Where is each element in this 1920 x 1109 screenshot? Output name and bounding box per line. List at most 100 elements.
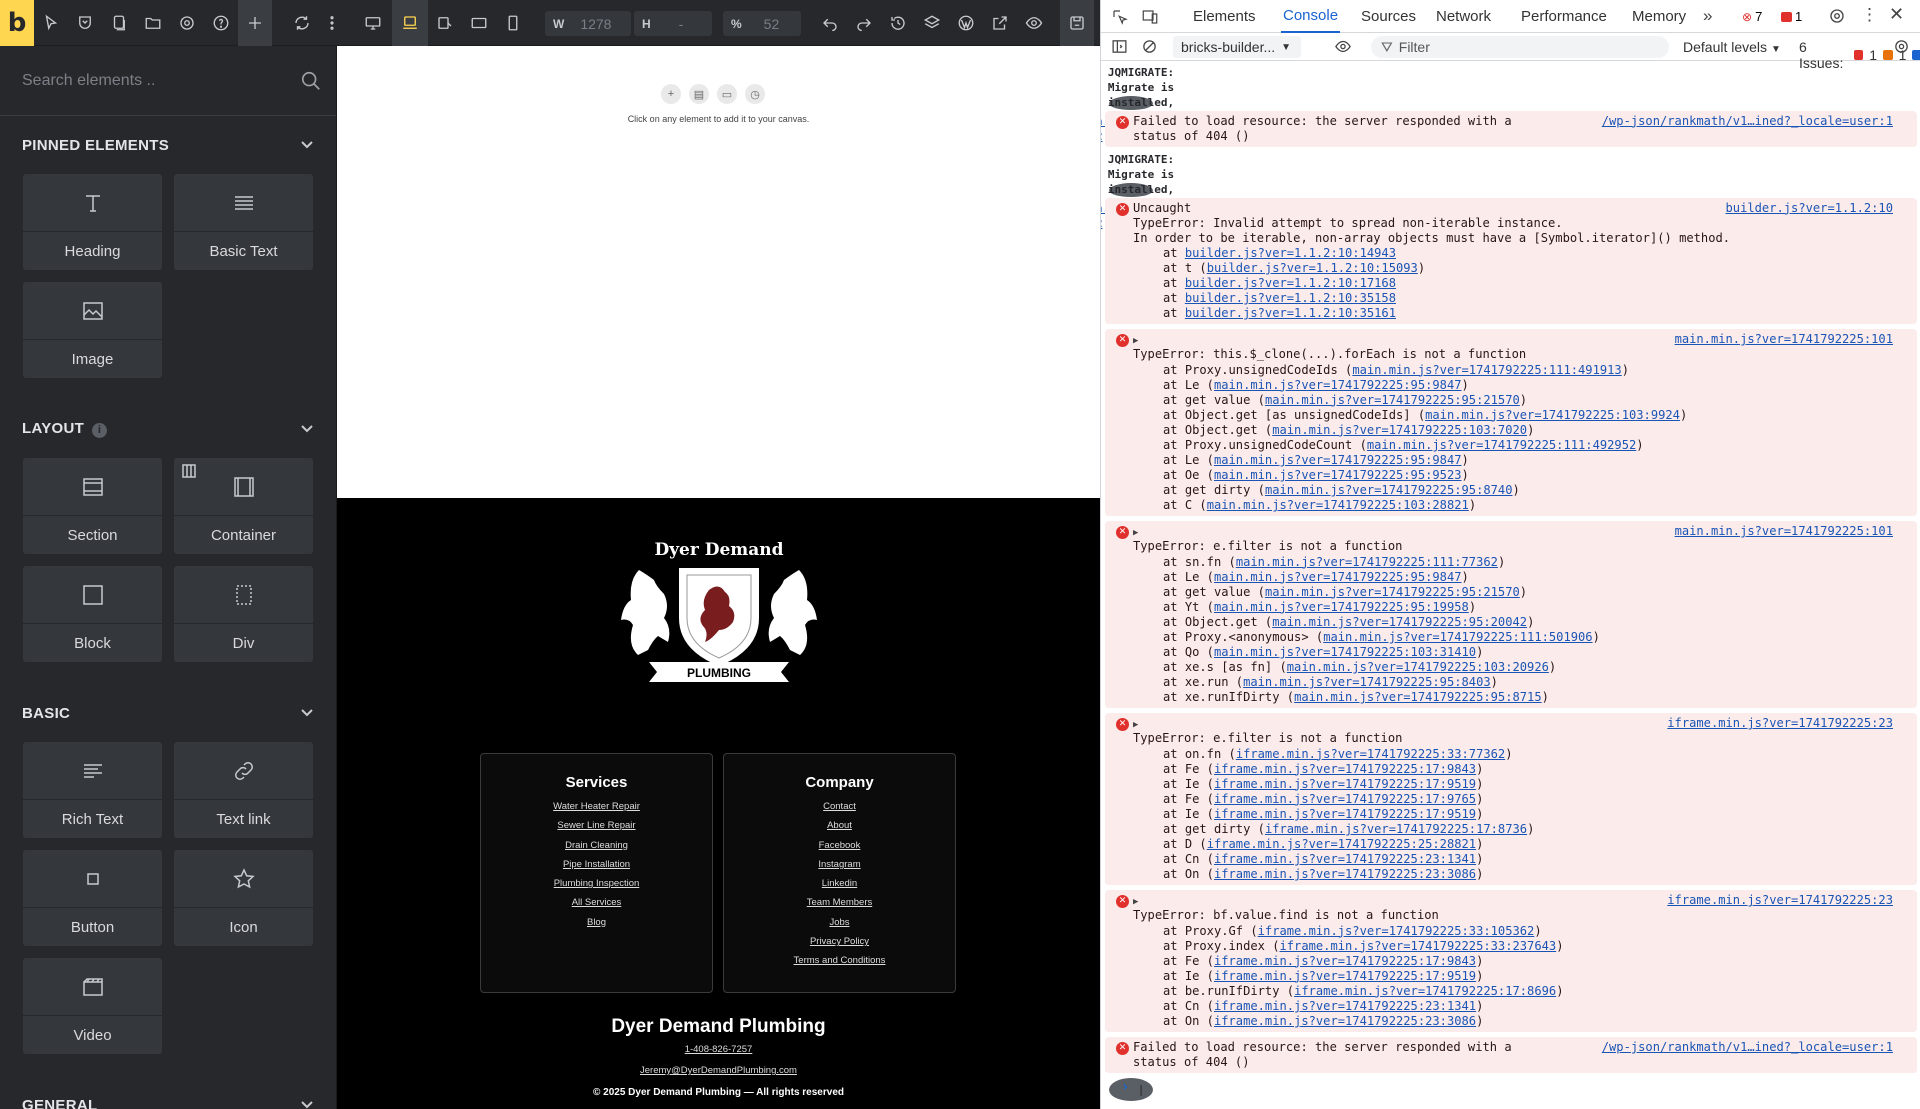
tab-console[interactable]: Console: [1281, 0, 1341, 33]
device-toggle-icon[interactable]: [1141, 8, 1159, 31]
frame-link[interactable]: main.min.js?ver=1741792225:95:21570: [1265, 393, 1520, 407]
expand-triangle-icon[interactable]: ▶: [1133, 336, 1138, 346]
frame-link[interactable]: main.min.js?ver=1741792225:95:9847: [1214, 453, 1462, 467]
chevron-down-icon[interactable]: [300, 706, 314, 720]
source-link[interactable]: builder.js?ver=1.1.2:10: [1726, 201, 1893, 216]
footer-link[interactable]: Instagram: [724, 859, 955, 870]
section-header-basic[interactable]: BASIC: [0, 684, 336, 742]
tab-sources[interactable]: Sources: [1361, 0, 1416, 33]
footer-link[interactable]: Drain Cleaning: [481, 840, 712, 851]
frame-link[interactable]: main.min.js?ver=1741792225:103:31410: [1214, 645, 1476, 659]
console-error-message[interactable]: ✕ main.min.js?ver=1741792225:101 ▶ TypeErro…: [1105, 329, 1917, 518]
frame-link[interactable]: iframe.min.js?ver=1741792225:23:1341: [1214, 999, 1476, 1013]
footer-link[interactable]: Jobs: [724, 917, 955, 928]
frame-link[interactable]: main.min.js?ver=1741792225:111:491913: [1352, 363, 1621, 377]
mobile-icon[interactable]: [496, 0, 530, 46]
frame-link[interactable]: main.min.js?ver=1741792225:95:8740: [1265, 483, 1513, 497]
console-error-message[interactable]: ✕ main.min.js?ver=1741792225:101 ▶ TypeErro…: [1105, 521, 1917, 710]
history-icon[interactable]: ◷: [745, 84, 765, 104]
folder-icon[interactable]: ▭: [717, 84, 737, 104]
console-error-message[interactable]: ✕ builder.js?ver=1.1.2:10 Uncaught TypeErr…: [1105, 197, 1917, 326]
section-header-pinned[interactable]: PINNED ELEMENTS: [0, 116, 336, 174]
frame-link[interactable]: iframe.min.js?ver=1741792225:17:9519: [1214, 969, 1476, 983]
footer-link[interactable]: Sewer Line Repair: [481, 820, 712, 831]
height-field[interactable]: H-: [634, 11, 712, 36]
frame-link[interactable]: iframe.min.js?ver=1741792225:33:105362: [1258, 924, 1535, 938]
element-video[interactable]: Video: [23, 958, 162, 1054]
frame-link[interactable]: builder.js?ver=1.1.2:10:14943: [1185, 246, 1396, 260]
wordpress-icon[interactable]: [949, 0, 983, 46]
console-info-message[interactable]: jquery-migrate.min.js?ver=3.4.1:2JQMIGRA…: [1101, 153, 1174, 230]
folder-icon[interactable]: [136, 0, 170, 46]
zoom-field[interactable]: % 52: [723, 11, 801, 36]
chevron-down-icon[interactable]: [300, 138, 314, 152]
gear-icon[interactable]: [170, 0, 204, 46]
info-icon[interactable]: i: [92, 422, 108, 438]
console-info-message[interactable]: jquery-migrate.min.js?ver=3.4.1:2JQMIGRA…: [1101, 66, 1174, 143]
refresh-icon[interactable]: [285, 0, 319, 46]
footer-link[interactable]: Facebook: [724, 840, 955, 851]
frame-link[interactable]: main.min.js?ver=1741792225:95:8403: [1243, 675, 1491, 689]
footer-link[interactable]: Team Members: [724, 897, 955, 908]
layers-icon[interactable]: [915, 0, 949, 46]
console-settings-icon[interactable]: [1893, 38, 1910, 58]
empty-canvas-area[interactable]: + ▤ ▭ ◷ Click on any element to add it t…: [337, 46, 1100, 498]
section-header-layout[interactable]: LAYOUT i: [0, 400, 336, 458]
expand-triangle-icon[interactable]: ▶: [1133, 897, 1138, 907]
frame-link[interactable]: main.min.js?ver=1741792225:95:9847: [1214, 570, 1462, 584]
columns-icon[interactable]: [182, 464, 196, 483]
frame-link[interactable]: main.min.js?ver=1741792225:95:9847: [1214, 378, 1462, 392]
console-prompt[interactable]: › |: [1109, 1078, 1153, 1103]
frame-link[interactable]: iframe.min.js?ver=1741792225:17:9765: [1214, 792, 1476, 806]
tab-elements[interactable]: Elements: [1193, 0, 1256, 33]
frame-link[interactable]: iframe.min.js?ver=1741792225:23:1341: [1214, 852, 1476, 866]
sidebar-toggle-icon[interactable]: [1111, 38, 1128, 58]
footer-link[interactable]: Blog: [481, 917, 712, 928]
source-link[interactable]: iframe.min.js?ver=1741792225:23: [1667, 893, 1893, 908]
element-button[interactable]: Button: [23, 850, 162, 946]
search-icon[interactable]: [300, 70, 322, 97]
frame-link[interactable]: main.min.js?ver=1741792225:103:20926: [1287, 660, 1549, 674]
chevron-down-icon[interactable]: [300, 422, 314, 436]
builder-canvas[interactable]: + ▤ ▭ ◷ Click on any element to add it t…: [337, 46, 1100, 1109]
frame-link[interactable]: iframe.min.js?ver=1741792225:17:8736: [1265, 822, 1527, 836]
frame-link[interactable]: main.min.js?ver=1741792225:95:21570: [1265, 585, 1520, 599]
desktop-icon[interactable]: [356, 0, 390, 46]
site-footer[interactable]: Dyer Demand PLUMBING Services Water Heat…: [337, 498, 1100, 1109]
chevron-down-icon[interactable]: [300, 1098, 314, 1109]
external-link-icon[interactable]: [983, 0, 1017, 46]
undo-icon[interactable]: [813, 0, 847, 46]
frame-link[interactable]: main.min.js?ver=1741792225:95:9523: [1214, 468, 1462, 482]
frame-link[interactable]: main.min.js?ver=1741792225:111:501906: [1323, 630, 1592, 644]
footer-link[interactable]: Water Heater Repair: [481, 801, 712, 812]
frame-link[interactable]: iframe.min.js?ver=1741792225:17:9519: [1214, 807, 1476, 821]
element-section[interactable]: Section: [23, 458, 162, 554]
frame-link[interactable]: builder.js?ver=1.1.2:10:35161: [1185, 306, 1396, 320]
height-value[interactable]: -: [659, 16, 692, 32]
footer-link[interactable]: Plumbing Inspection: [481, 878, 712, 889]
more-vertical-icon[interactable]: [322, 0, 342, 46]
frame-link[interactable]: builder.js?ver=1.1.2:10:35158: [1185, 291, 1396, 305]
pages-icon[interactable]: [102, 0, 136, 46]
log-levels-select[interactable]: Default levels ▼: [1683, 39, 1781, 55]
error-count-badge[interactable]: ⊗ 7: [1742, 9, 1762, 24]
tablet-icon[interactable]: [462, 0, 496, 46]
frame-link[interactable]: iframe.min.js?ver=1741792225:33:77362: [1236, 747, 1505, 761]
save-icon[interactable]: [1060, 0, 1094, 46]
kebab-menu-icon[interactable]: ⋮: [1861, 5, 1878, 25]
frame-link[interactable]: iframe.min.js?ver=1741792225:33:237643: [1280, 939, 1557, 953]
redo-icon[interactable]: [847, 0, 881, 46]
tab-memory[interactable]: Memory: [1632, 0, 1686, 33]
console-error-message[interactable]: ✕ /wp-json/rankmath/v1…ined?_locale=user:…: [1105, 1037, 1917, 1075]
console-error-message[interactable]: ✕ /wp-json/rankmath/v1…ined?_locale=user:…: [1105, 110, 1917, 148]
clear-console-icon[interactable]: [1141, 38, 1158, 58]
width-value[interactable]: 1278: [572, 16, 619, 32]
source-link[interactable]: main.min.js?ver=1741792225:101: [1675, 524, 1893, 539]
warning-count-badge[interactable]: 1: [1781, 9, 1802, 24]
filter-input[interactable]: ⛛ Filter: [1371, 36, 1669, 58]
history-icon[interactable]: [881, 0, 915, 46]
frame-link[interactable]: builder.js?ver=1.1.2:10:17168: [1185, 276, 1396, 290]
context-select[interactable]: bricks-builder... ▼: [1173, 36, 1301, 58]
footer-link[interactable]: Privacy Policy: [724, 936, 955, 947]
help-icon[interactable]: [204, 0, 238, 46]
